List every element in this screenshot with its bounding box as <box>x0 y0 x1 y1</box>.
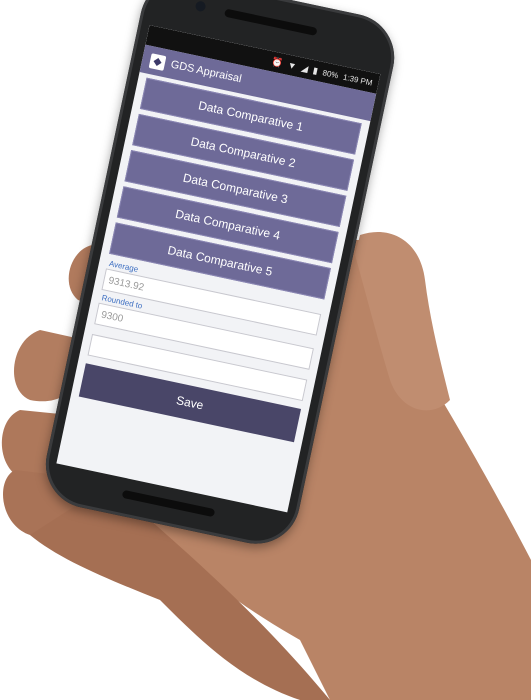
app-logo-icon: ◆ <box>148 52 167 71</box>
battery-icon: ▮ <box>312 64 319 76</box>
status-time: 1:39 PM <box>342 72 374 88</box>
front-camera-icon <box>194 0 207 13</box>
alarm-icon: ⏰ <box>270 55 284 69</box>
top-speaker <box>223 8 318 36</box>
wifi-icon: ▼ <box>286 59 298 72</box>
signal-icon: ◢ <box>300 62 310 74</box>
battery-level: 80% <box>321 67 340 80</box>
